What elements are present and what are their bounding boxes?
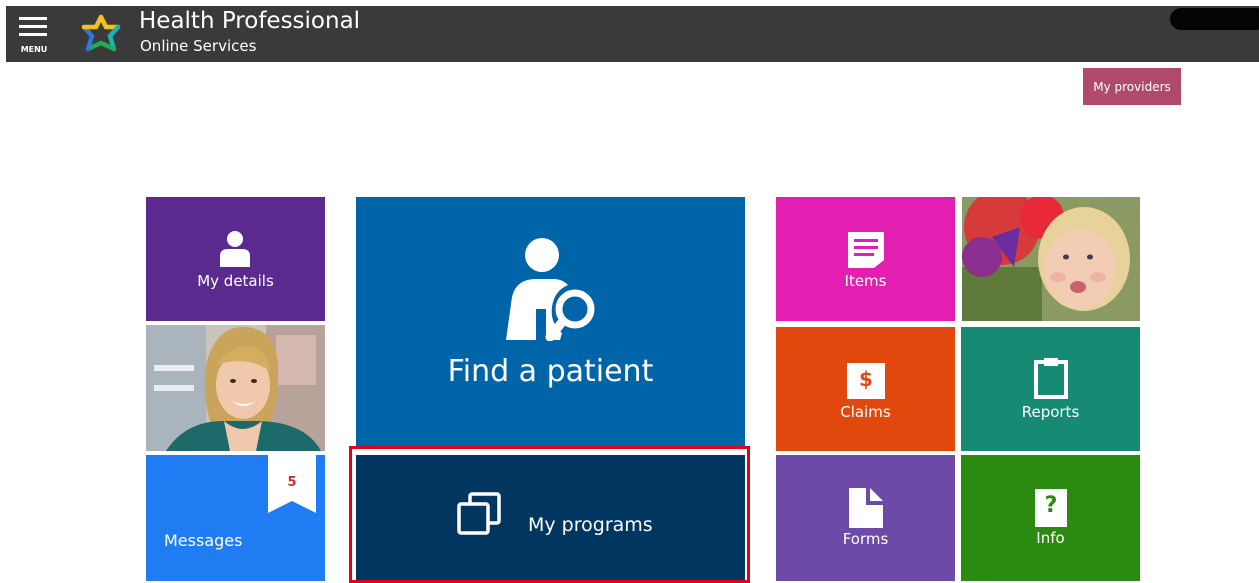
top-bar: MENU Health Professional Online Services [6, 6, 1259, 62]
claims-label: Claims [840, 403, 891, 421]
reports-label: Reports [1021, 403, 1080, 421]
messages-label: Messages [164, 531, 243, 550]
redacted-user-info [1170, 8, 1259, 30]
items-tile[interactable]: Items [776, 197, 955, 321]
forms-tile[interactable]: Forms [776, 455, 955, 581]
document-list-icon [848, 232, 884, 268]
star-logo-icon[interactable] [79, 13, 123, 57]
find-a-patient-tile[interactable]: Find a patient [356, 197, 745, 447]
form-document-icon [849, 488, 883, 528]
forms-label: Forms [842, 530, 889, 548]
clipboard-icon [1034, 358, 1068, 399]
messages-tile[interactable]: 5 Messages [146, 455, 325, 581]
person-search-icon [506, 238, 595, 341]
menu-button[interactable]: MENU [16, 15, 52, 55]
my-providers-button[interactable]: My providers [1083, 68, 1181, 105]
messages-count-badge: 5 [287, 475, 297, 490]
brand-title: Health Professional [139, 8, 361, 34]
hamburger-icon [19, 17, 47, 20]
reports-tile[interactable]: Reports [961, 327, 1140, 451]
my-programs-tile[interactable]: My programs [356, 455, 745, 581]
info-label: Info [1036, 529, 1065, 547]
child-photo [962, 197, 1140, 321]
my-details-tile[interactable]: My details [146, 197, 325, 321]
my-programs-label: My programs [528, 514, 653, 536]
person-icon [220, 231, 250, 267]
brand-subtitle: Online Services [140, 37, 257, 55]
nurse-photo [146, 325, 325, 451]
info-tile[interactable]: ? Info [961, 455, 1140, 581]
copy-squares-icon [457, 492, 501, 535]
menu-label: MENU [20, 45, 48, 54]
find-a-patient-label: Find a patient [447, 354, 654, 389]
hamburger-icon-bar [19, 33, 47, 36]
hamburger-icon-bar [19, 25, 47, 28]
question-symbol: ? [1044, 493, 1058, 518]
claims-tile[interactable]: $ Claims [776, 327, 955, 451]
dollar-symbol: $ [859, 367, 873, 391]
items-label: Items [844, 272, 887, 290]
my-details-label: My details [197, 272, 274, 290]
